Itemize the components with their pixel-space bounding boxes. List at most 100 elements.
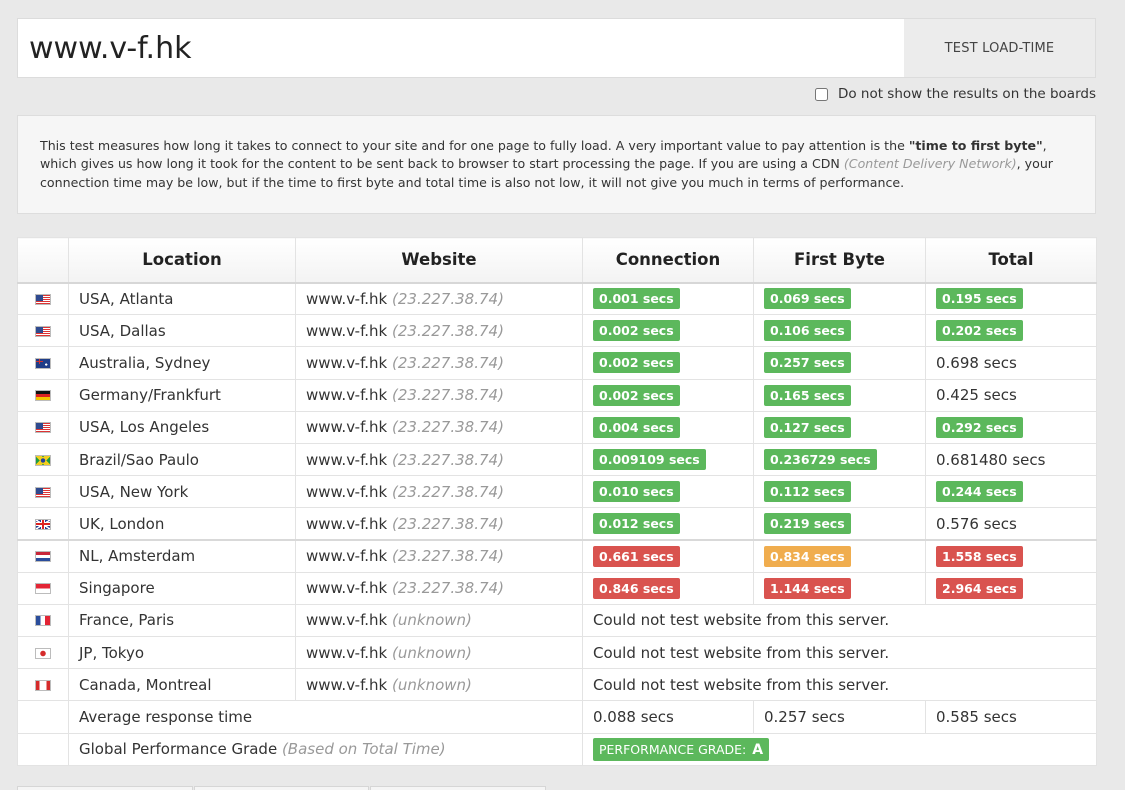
total-badge: 1.558 secs [936,545,1023,567]
cell-first-byte: 0.236729 secs [753,442,926,477]
total-value: 0.576 secs [936,514,1017,533]
header-website: Website [295,237,583,284]
ip-text: (unknown) [392,675,472,694]
us-flag-icon [35,293,51,305]
hide-results-option[interactable]: Do not show the results on the boards [814,86,1096,102]
first-byte-badge: 1.144 secs [764,577,851,599]
cell-location: USA, Los Angeles [68,410,296,444]
tab-edge[interactable] [370,786,547,790]
br-flag-icon [35,454,51,466]
connection-badge: 0.002 secs [593,352,680,374]
first-byte-badge: 0.165 secs [764,384,851,406]
cell-location: USA, Dallas [68,314,296,348]
table-row: Canada, Montreal www.v-f.hk (unknown) Coul… [17,668,1097,702]
cell-total: 0.576 secs [925,507,1097,541]
cell-location: Germany/Frankfurt [68,378,296,412]
cell-flag [17,668,69,702]
cell-flag [17,603,69,638]
cell-first-byte: 0.106 secs [753,314,926,348]
ca-flag-icon [35,679,51,691]
location-text: Singapore [79,579,155,598]
cell-website: www.v-f.hk (unknown) [295,636,583,670]
location-text: USA, Los Angeles [79,418,210,437]
cell-location: USA, Atlanta [68,281,296,316]
ip-text: (23.227.38.74) [392,289,504,308]
cell-connection: 0.010 secs [582,475,754,509]
cell-location: JP, Tokyo [68,636,296,670]
cell-location: USA, New York [68,475,296,509]
ip-text: (unknown) [392,643,472,662]
de-flag-icon [35,390,51,402]
cell-connection: 0.009109 secs [582,442,754,477]
header-connection: Connection [582,237,754,284]
connection-badge: 0.012 secs [593,513,680,535]
info-text-italic: (Content Delivery Network) [843,156,1017,172]
header-total: Total [925,237,1097,284]
connection-badge: 0.009109 secs [593,449,706,471]
grade-label: Global Performance Grade [79,740,278,759]
cell-flag [17,538,69,573]
grade-badge-cell: PERFORMANCE GRADE: A [582,732,1097,766]
ip-text: (23.227.38.74) [392,579,504,598]
cell-first-byte: 0.127 secs [753,410,926,444]
tab-edge[interactable] [17,786,193,790]
cell-total: 0.425 secs [925,378,1097,412]
cell-website: www.v-f.hk (23.227.38.74) [295,442,583,477]
website-text: www.v-f.hk [306,547,388,566]
website-text: www.v-f.hk [306,450,388,469]
cell-location: Brazil/Sao Paulo [68,442,296,477]
cell-total: 0.698 secs [925,346,1097,380]
table-row: France, Paris www.v-f.hk (unknown) Could n… [17,603,1097,638]
grade-row: Global Performance Grade (Based on Total… [17,732,1097,766]
first-byte-badge: 0.069 secs [764,288,851,310]
website-text: www.v-f.hk [306,418,388,437]
average-label: Average response time [79,708,253,727]
sg-flag-icon [35,583,51,595]
cell-total: 2.964 secs [925,571,1097,605]
cell-website: www.v-f.hk (23.227.38.74) [295,507,583,541]
cell-first-byte: 0.069 secs [753,281,926,316]
location-text: JP, Tokyo [79,643,145,662]
table-row: USA, New York www.v-f.hk (23.227.38.74) 0.… [17,475,1097,509]
table-row: Germany/Frankfurt www.v-f.hk (23.227.38.7… [17,378,1097,412]
connection-badge: 0.004 secs [593,416,680,438]
table-row: Singapore www.v-f.hk (23.227.38.74) 0.846 … [17,571,1097,605]
total-badge: 0.244 secs [936,481,1023,503]
first-byte-badge: 0.219 secs [764,513,851,535]
cell-first-byte: 0.834 secs [753,538,926,573]
average-total-value: 0.585 secs [936,708,1017,727]
cell-connection: 0.002 secs [582,378,754,412]
connection-badge: 0.002 secs [593,384,680,406]
ip-text: (23.227.38.74) [392,547,504,566]
tab-edge[interactable] [193,786,370,790]
header-flag [17,237,69,284]
cell-website: www.v-f.hk (23.227.38.74) [295,571,583,605]
cell-location: NL, Amsterdam [68,538,296,573]
average-first-byte-value: 0.257 secs [764,708,845,727]
error-text: Could not test website from this server. [593,611,890,630]
average-total: 0.585 secs [925,700,1097,734]
error-text: Could not test website from this server. [593,675,890,694]
table-row: USA, Atlanta www.v-f.hk (23.227.38.74) 0.0… [17,281,1097,316]
bottom-tabs [17,786,547,790]
location-text: NL, Amsterdam [79,547,196,566]
location-text: USA, Dallas [79,321,166,340]
cell-error: Could not test website from this server. [582,603,1097,638]
first-byte-badge: 0.834 secs [764,545,851,567]
url-input[interactable] [18,19,904,77]
test-load-time-button[interactable]: TEST LOAD-TIME [904,19,1095,77]
cell-website: www.v-f.hk (unknown) [295,668,583,702]
table-row: UK, London www.v-f.hk (23.227.38.74) 0.012… [17,507,1097,541]
cell-website: www.v-f.hk (23.227.38.74) [295,346,583,380]
first-byte-badge: 0.112 secs [764,481,851,503]
cell-location: Singapore [68,571,296,605]
connection-badge: 0.010 secs [593,481,680,503]
total-badge: 0.202 secs [936,320,1023,342]
url-bar: TEST LOAD-TIME [17,18,1096,78]
cell-flag [17,281,69,316]
website-text: www.v-f.hk [306,643,388,662]
cell-website: www.v-f.hk (23.227.38.74) [295,281,583,316]
total-badge: 0.292 secs [936,416,1023,438]
hide-results-checkbox[interactable] [814,87,828,101]
connection-badge: 0.001 secs [593,288,680,310]
